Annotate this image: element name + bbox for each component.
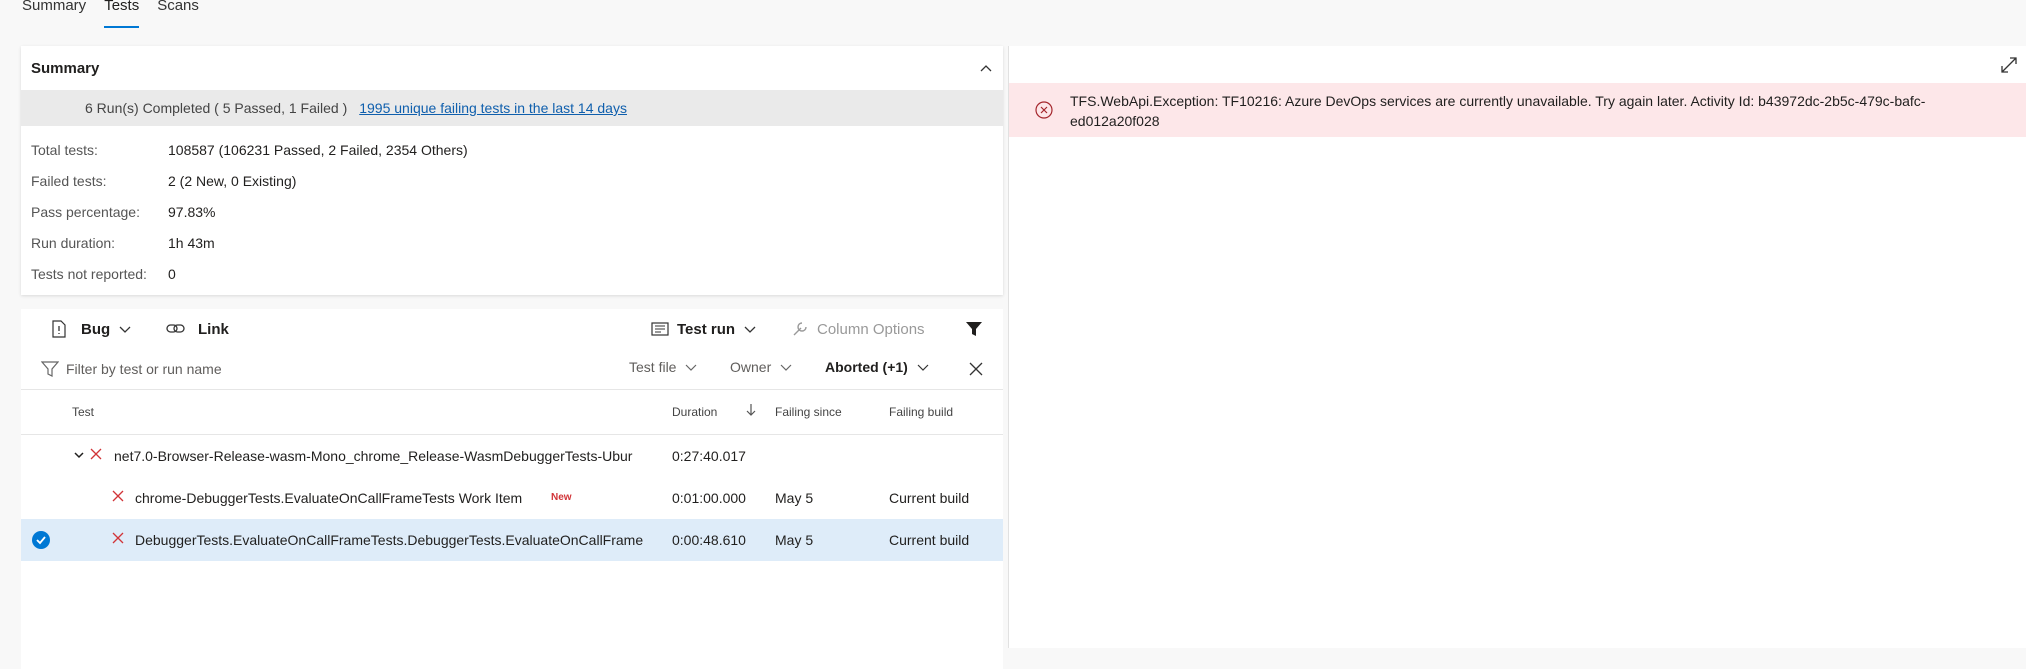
test-file-dropdown[interactable]: Test file (629, 359, 698, 375)
filter-bar: Filter by test or run name Test file Own… (21, 349, 1003, 390)
column-options-label: Column Options (817, 320, 925, 338)
fail-x-icon (90, 448, 102, 460)
summary-header[interactable]: Summary (21, 46, 1003, 90)
chevron-down-icon (743, 322, 757, 336)
owner-label: Owner (730, 359, 772, 375)
failing-build: Current build (889, 490, 970, 506)
filter-icon (41, 360, 59, 378)
summary-banner: 6 Run(s) Completed ( 5 Passed, 1 Failed … (21, 90, 1003, 126)
chevron-up-icon[interactable] (979, 61, 993, 75)
test-run-icon (651, 322, 669, 336)
link-icon (166, 322, 186, 336)
stat-run-duration: Run duration: 1h 43m (31, 234, 215, 251)
detail-pane: TFS.WebApi.Exception: TF10216: Azure Dev… (1008, 46, 2026, 648)
stat-total-tests: Total tests: 108587 (106231 Passed, 2 Fai… (31, 141, 468, 158)
chevron-down-icon (916, 360, 930, 374)
owner-dropdown[interactable]: Owner (730, 359, 793, 375)
column-header-duration[interactable]: Duration (672, 405, 717, 419)
chevron-down-icon (118, 322, 132, 336)
wrench-icon (791, 320, 809, 338)
test-duration: 0:00:48.610 (672, 532, 746, 548)
table-row-selected[interactable]: DebuggerTests.EvaluateOnCallFrameTests.D… (21, 519, 1003, 561)
checkmark-circle-icon[interactable] (32, 531, 50, 549)
fail-x-icon (112, 490, 124, 502)
link-button[interactable]: Link (166, 321, 229, 338)
summary-title: Summary (31, 59, 100, 77)
stat-pass-percentage: Pass percentage: 97.83% (31, 203, 216, 220)
stat-tests-not-reported: Tests not reported: 0 (31, 265, 176, 282)
tab-tests[interactable]: Tests (104, 0, 140, 30)
summary-card: Summary 6 Run(s) Completed ( 5 Passed, 1… (21, 46, 1003, 295)
stat-failed-tests: Failed tests: 2 (2 New, 0 Existing) (31, 172, 297, 189)
failing-since: May 5 (775, 490, 814, 506)
failing-tests-link[interactable]: 1995 unique failing tests in the last 14… (359, 100, 627, 116)
column-header-failing-build[interactable]: Failing build (889, 405, 953, 419)
clear-filters-close-icon[interactable] (968, 361, 984, 377)
test-results-card: Bug Link Test run Column Options Filter … (21, 309, 1003, 669)
tab-bar: Summary Tests Scans (22, 0, 217, 32)
test-run-label: Test run (677, 320, 736, 338)
test-name: chrome-DebuggerTests.EvaluateOnCallFrame… (135, 490, 523, 506)
bug-file-icon (51, 320, 67, 338)
test-name: net7.0-Browser-Release-wasm-Mono_chrome_… (114, 448, 633, 464)
fail-x-icon (112, 532, 124, 544)
filter-funnel-icon (965, 320, 983, 338)
column-header-test[interactable]: Test (72, 405, 94, 419)
expand-icon[interactable] (2000, 56, 2018, 74)
bug-button[interactable]: Bug (51, 320, 132, 338)
toolbar: Bug Link Test run Column Options (21, 309, 1003, 349)
tab-summary[interactable]: Summary (22, 0, 86, 30)
sort-descending-icon[interactable] (746, 402, 756, 418)
filter-input[interactable]: Filter by test or run name (66, 361, 222, 377)
chevron-down-icon (684, 360, 698, 374)
error-message-bar: TFS.WebApi.Exception: TF10216: Azure Dev… (1009, 83, 2026, 137)
table-row[interactable]: chrome-DebuggerTests.EvaluateOnCallFrame… (21, 477, 1003, 519)
column-options-button[interactable]: Column Options (791, 320, 925, 338)
column-header-failing-since[interactable]: Failing since (775, 405, 842, 419)
summary-stats: Total tests: 108587 (106231 Passed, 2 Fai… (21, 126, 1003, 295)
error-circle-icon (1035, 101, 1053, 119)
banner-text: 6 Run(s) Completed ( 5 Passed, 1 Failed … (85, 100, 348, 116)
chevron-down-icon (779, 360, 793, 374)
tab-scans[interactable]: Scans (157, 0, 199, 30)
left-pane: Summary 6 Run(s) Completed ( 5 Passed, 1… (21, 46, 1003, 669)
new-badge: New (551, 492, 572, 503)
results-table-header: Test Duration Failing since Failing buil… (21, 390, 1003, 435)
failing-since: May 5 (775, 532, 814, 548)
test-file-label: Test file (629, 359, 677, 375)
link-label: Link (198, 320, 229, 338)
outcome-dropdown[interactable]: Aborted (+1) (825, 359, 930, 375)
outcome-label: Aborted (+1) (825, 359, 908, 375)
test-name: DebuggerTests.EvaluateOnCallFrameTests.D… (135, 532, 644, 548)
bug-label: Bug (81, 320, 111, 338)
test-duration: 0:27:40.017 (672, 448, 746, 464)
chevron-down-icon[interactable] (74, 450, 84, 460)
error-message-text: TFS.WebApi.Exception: TF10216: Azure Dev… (1070, 93, 1926, 129)
failing-build: Current build (889, 532, 970, 548)
filter-toggle-button[interactable] (965, 320, 983, 338)
table-row[interactable]: net7.0-Browser-Release-wasm-Mono_chrome_… (21, 435, 1003, 477)
test-duration: 0:01:00.000 (672, 490, 746, 506)
test-run-dropdown[interactable]: Test run (651, 321, 757, 338)
